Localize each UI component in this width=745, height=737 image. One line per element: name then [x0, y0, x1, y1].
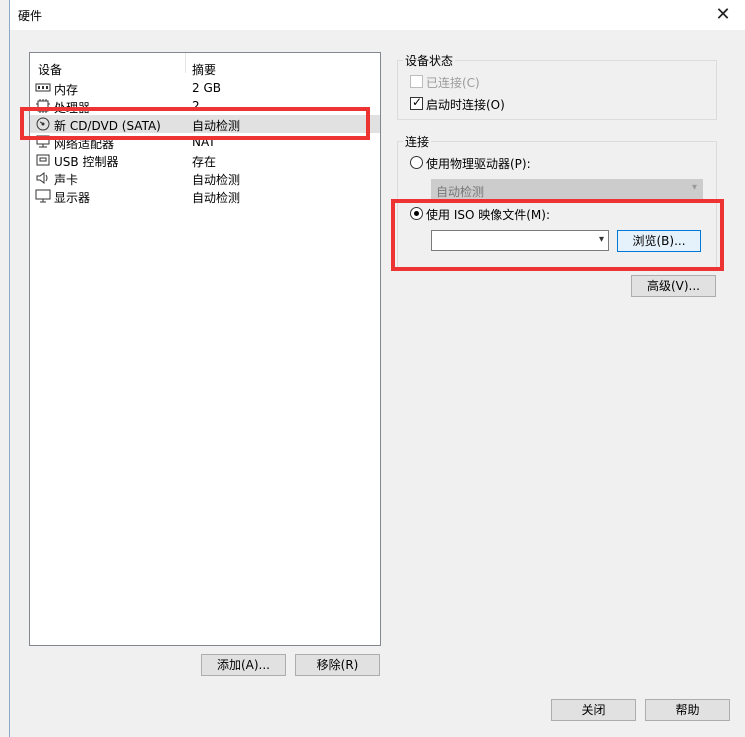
- device-row-network-adapter[interactable]: 网络适配器 NAT: [30, 133, 380, 151]
- device-summary: NAT: [192, 135, 216, 149]
- device-name: 处理器: [54, 101, 91, 115]
- physical-drive-radio[interactable]: [410, 156, 423, 169]
- physical-drive-label: 使用物理驱动器(P):: [426, 157, 531, 171]
- device-name: 显示器: [54, 191, 91, 205]
- physical-drive-select[interactable]: 自动检测 ▾: [431, 179, 703, 200]
- device-name: 内存: [54, 83, 79, 97]
- remove-button[interactable]: 移除(R): [295, 654, 380, 676]
- device-name: 网络适配器: [54, 137, 115, 151]
- processor-icon: [36, 99, 50, 113]
- close-button[interactable]: 关闭: [551, 699, 636, 721]
- connect-at-power-on-checkbox[interactable]: ✓: [410, 95, 423, 110]
- close-icon[interactable]: ✕: [710, 2, 736, 28]
- device-name: USB 控制器: [54, 155, 119, 169]
- device-summary: 自动检测: [192, 191, 241, 205]
- device-row-usb-controller[interactable]: USB 控制器 存在: [30, 151, 380, 169]
- browse-button[interactable]: 浏览(B)...: [617, 230, 701, 252]
- connected-label: 已连接(C): [426, 76, 480, 90]
- advanced-button[interactable]: 高级(V)...: [631, 275, 716, 297]
- chevron-down-icon[interactable]: ▾: [599, 234, 604, 245]
- device-status-label: 设备状态: [403, 52, 456, 69]
- device-name: 声卡: [54, 173, 79, 187]
- hardware-dialog: 硬件 ✕ 设备 摘要 内存 2 GB 处理器 2 新 CD/DVD (SATA)…: [9, 0, 745, 737]
- device-summary: 自动检测: [192, 119, 241, 133]
- chevron-down-icon: ▾: [691, 182, 697, 193]
- help-button[interactable]: 帮助: [645, 699, 730, 721]
- column-header-device[interactable]: 设备: [38, 61, 62, 78]
- iso-image-radio[interactable]: [410, 207, 423, 220]
- title-bar: 硬件 ✕: [10, 0, 745, 30]
- cd-dvd-icon: [36, 117, 50, 131]
- connected-checkbox[interactable]: [410, 75, 423, 88]
- device-row-memory[interactable]: 内存 2 GB: [30, 79, 380, 97]
- iso-image-label: 使用 ISO 映像文件(M):: [426, 208, 550, 222]
- check-icon: ✓: [412, 95, 423, 109]
- physical-drive-value: 自动检测: [436, 185, 485, 199]
- device-row-cd-dvd[interactable]: 新 CD/DVD (SATA) 自动检测: [30, 115, 380, 133]
- device-list[interactable]: 设备 摘要 内存 2 GB 处理器 2 新 CD/DVD (SATA) 自动检测…: [29, 52, 381, 646]
- device-name: 新 CD/DVD (SATA): [54, 119, 161, 133]
- device-summary: 存在: [192, 155, 217, 169]
- memory-icon: [35, 83, 51, 92]
- display-icon: [35, 189, 51, 203]
- device-summary: 2 GB: [192, 81, 221, 95]
- device-summary: 自动检测: [192, 173, 241, 187]
- add-button[interactable]: 添加(A)...: [201, 654, 286, 676]
- iso-path-combobox[interactable]: ▾: [431, 230, 609, 251]
- column-header-summary[interactable]: 摘要: [192, 61, 216, 78]
- device-row-display[interactable]: 显示器 自动检测: [30, 187, 380, 205]
- network-adapter-icon: [36, 135, 50, 148]
- device-row-processor[interactable]: 处理器 2: [30, 97, 380, 115]
- usb-controller-icon: [36, 154, 50, 166]
- radio-selected-dot: [414, 211, 419, 216]
- connect-at-power-on-label: 启动时连接(O): [426, 98, 505, 112]
- list-header: 设备 摘要: [30, 53, 380, 81]
- device-row-sound-card[interactable]: 声卡 自动检测: [30, 169, 380, 187]
- connection-label: 连接: [403, 133, 432, 150]
- dialog-title: 硬件: [18, 9, 43, 23]
- sound-card-icon: [36, 172, 48, 184]
- column-separator[interactable]: [185, 53, 186, 73]
- device-summary: 2: [192, 99, 200, 113]
